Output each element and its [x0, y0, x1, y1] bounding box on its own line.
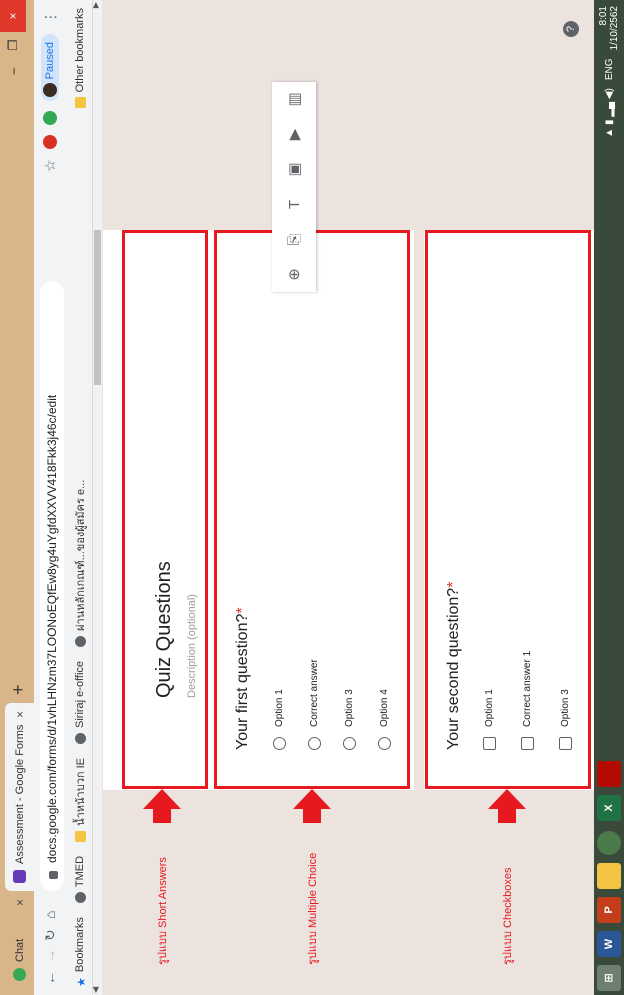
add-question-icon[interactable]: ⊕: [285, 264, 303, 286]
back-icon[interactable]: ←: [42, 971, 58, 985]
url-text: docs.google.com/forms/d/1vhLHNzm37LOONoE…: [45, 394, 59, 863]
annotation-multiple-choice: รูปแบบ Multiple Choice: [307, 852, 319, 965]
tab-close-icon[interactable]: ×: [13, 899, 27, 906]
windows-taskbar: ⊞ W P X ▲ ▮ ▂▄ ◀) ENG 8:01 1/10/2562: [594, 0, 624, 995]
star-icon[interactable]: ☆: [42, 159, 59, 172]
extension-red-icon[interactable]: [43, 135, 57, 150]
close-window-button[interactable]: ×: [0, 0, 26, 32]
reload-icon[interactable]: ↻: [42, 929, 59, 941]
annotation-box-multiple-choice: [214, 230, 410, 789]
toolbar-right: ☆ Paused ⋮: [41, 10, 59, 172]
tab-chat[interactable]: Chat ×: [5, 891, 34, 989]
minimize-button[interactable]: –: [0, 58, 26, 84]
bookmarks-bar: ★ Bookmarks TMED น้ำหน้าบวก IE Siriraj e…: [68, 0, 93, 995]
chat-icon: [13, 968, 26, 981]
import-icon[interactable]: ⎘: [286, 229, 303, 251]
section-icon[interactable]: ▥: [285, 89, 303, 111]
browser-toolbar: ← → ↻ ⌂ docs.google.com/forms/d/1vhLHNzm…: [34, 0, 68, 995]
system-tray: ▲ ▮ ▂▄ ◀) ENG 8:01 1/10/2562: [598, 6, 620, 138]
bookmark-item[interactable]: TMED: [74, 856, 86, 904]
home-icon[interactable]: ⌂: [42, 911, 58, 919]
new-tab-button[interactable]: +: [8, 684, 29, 695]
bookmark-item[interactable]: ผ่านหลักเกณฑ์...ของผู้สมัคร e...: [71, 480, 89, 647]
bookmark-item[interactable]: น้ำหน้าบวก IE: [71, 758, 89, 842]
profile-label: Paused: [44, 42, 56, 80]
profile-button[interactable]: Paused: [41, 34, 59, 102]
title-icon[interactable]: T: [286, 194, 303, 216]
tab-assessment[interactable]: Assessment - Google Forms ×: [5, 703, 34, 891]
tab-close-icon[interactable]: ×: [13, 711, 27, 718]
menu-icon[interactable]: ⋮: [42, 10, 59, 24]
annotation-box-short-answers: [122, 230, 208, 789]
tray-icons[interactable]: ▲ ▮ ▂▄ ◀): [604, 88, 615, 138]
forward-icon[interactable]: →: [42, 949, 58, 963]
scrollbar-thumb[interactable]: [94, 230, 101, 385]
video-icon[interactable]: ▶: [285, 124, 303, 146]
rotated-screen: Chat × Assessment - Google Forms × + – ❐…: [0, 0, 624, 995]
file-explorer-icon[interactable]: [597, 863, 621, 889]
globe-icon: [74, 733, 86, 744]
maximize-button[interactable]: ❐: [0, 32, 26, 58]
browser-tab-bar: Chat × Assessment - Google Forms × + – ❐…: [0, 0, 34, 995]
acrobat-icon[interactable]: [597, 761, 621, 787]
avatar: [43, 83, 57, 98]
annotation-box-checkboxes: [425, 230, 591, 789]
globe-icon: [74, 892, 86, 904]
scroll-left-icon[interactable]: ◀: [91, 987, 100, 993]
scroll-right-icon[interactable]: ▶: [91, 2, 100, 8]
arrow-icon: [488, 789, 526, 823]
google-forms-icon: [13, 870, 26, 883]
forms-page: ◀ ▶ Quiz Questions Description (optional…: [91, 0, 606, 995]
folder-icon: [74, 830, 86, 842]
lock-icon: [48, 871, 58, 879]
annotation-short-answers: รูปแบบ Short Answers: [157, 857, 169, 965]
excel-icon[interactable]: X: [597, 795, 621, 821]
folder-icon: [74, 97, 86, 109]
chrome-icon[interactable]: [597, 831, 621, 855]
address-bar[interactable]: docs.google.com/forms/d/1vhLHNzm37LOONoE…: [40, 281, 64, 891]
tab-title: Chat: [13, 938, 26, 962]
other-bookmarks[interactable]: Other bookmarks: [74, 8, 86, 109]
bookmark-item[interactable]: Siriraj e-office: [74, 661, 86, 744]
clock[interactable]: 8:01 1/10/2562: [598, 6, 620, 51]
powerpoint-icon[interactable]: P: [597, 897, 621, 923]
extension-green-icon[interactable]: [43, 111, 57, 126]
language-indicator[interactable]: ENG: [604, 59, 615, 81]
arrow-icon: [143, 789, 181, 823]
windows-start-icon[interactable]: ⊞: [597, 965, 621, 991]
annotation-checkboxes: รูปแบบ Checkboxes: [502, 867, 514, 965]
globe-icon: [74, 635, 86, 647]
arrow-icon: [293, 789, 331, 823]
tab-title: Assessment - Google Forms: [13, 724, 26, 864]
bookmark-item[interactable]: ★ Bookmarks: [74, 917, 88, 987]
window-controls: – ❐ ×: [0, 0, 26, 84]
image-icon[interactable]: ▣: [285, 159, 303, 181]
word-icon[interactable]: W: [597, 931, 621, 957]
help-button[interactable]: ?: [563, 21, 579, 37]
horizontal-scrollbar[interactable]: ◀ ▶: [91, 0, 102, 995]
question-toolbar: ⊕ ⎘ T ▣ ▶ ▥: [272, 82, 316, 292]
star-icon: ★: [75, 977, 88, 987]
